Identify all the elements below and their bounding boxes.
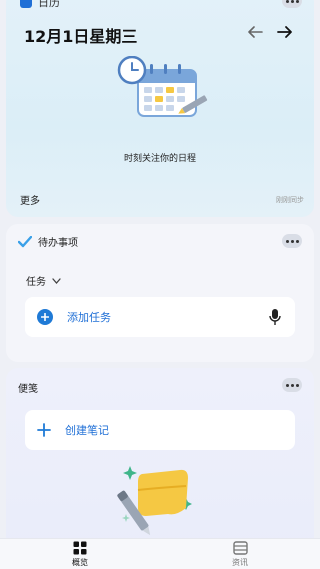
nav-label-overview: 概览	[72, 558, 88, 567]
create-note-button[interactable]: 创建笔记	[25, 410, 295, 450]
add-circle-icon	[37, 309, 53, 325]
calendar-app-icon	[20, 0, 32, 8]
plus-icon	[37, 423, 51, 437]
calendar-illustration-icon	[117, 56, 208, 117]
checkmark-icon	[18, 235, 32, 247]
calendar-app-name: 日历	[38, 0, 60, 9]
task-filter-dropdown[interactable]: 任务	[26, 273, 61, 288]
next-arrow-icon[interactable]	[276, 24, 294, 40]
todo-header: 待办事项	[18, 234, 78, 249]
notes-header: 便笺	[18, 380, 38, 395]
news-icon	[232, 541, 248, 555]
task-filter-label: 任务	[26, 277, 46, 288]
todo-title: 待办事项	[38, 238, 78, 249]
calendar-more-link[interactable]: 更多	[20, 192, 40, 207]
nav-item-news[interactable]: 资讯	[210, 541, 270, 568]
notes-title: 便笺	[18, 384, 38, 395]
grid-icon	[73, 541, 87, 555]
calendar-header: 日历	[20, 0, 60, 10]
calendar-card[interactable]: 日历 12月1日星期三 时刻关注你的日程 更多 刚刚同步	[6, 0, 314, 217]
add-task-label: 添加任务	[67, 311, 111, 324]
microphone-icon[interactable]	[269, 308, 281, 326]
add-task-button[interactable]: 添加任务	[25, 297, 295, 337]
bottom-navigation: 概览 资讯	[0, 538, 320, 569]
calendar-sync-status: 刚刚同步	[276, 196, 304, 204]
notes-illustration-icon	[117, 466, 192, 536]
calendar-caption: 时刻关注你的日程	[123, 154, 196, 164]
nav-item-overview[interactable]: 概览	[50, 541, 110, 568]
todo-card[interactable]: 待办事项 任务 添加任务	[6, 224, 314, 362]
todo-more-options-button[interactable]	[282, 234, 302, 248]
chevron-down-icon	[52, 277, 61, 284]
calendar-date: 12月1日星期三	[24, 27, 138, 46]
create-note-label: 创建笔记	[65, 424, 109, 437]
calendar-more-options-button[interactable]	[282, 0, 302, 8]
notes-more-options-button[interactable]	[282, 378, 302, 392]
nav-label-news: 资讯	[232, 558, 248, 567]
previous-arrow-icon[interactable]	[246, 24, 264, 40]
